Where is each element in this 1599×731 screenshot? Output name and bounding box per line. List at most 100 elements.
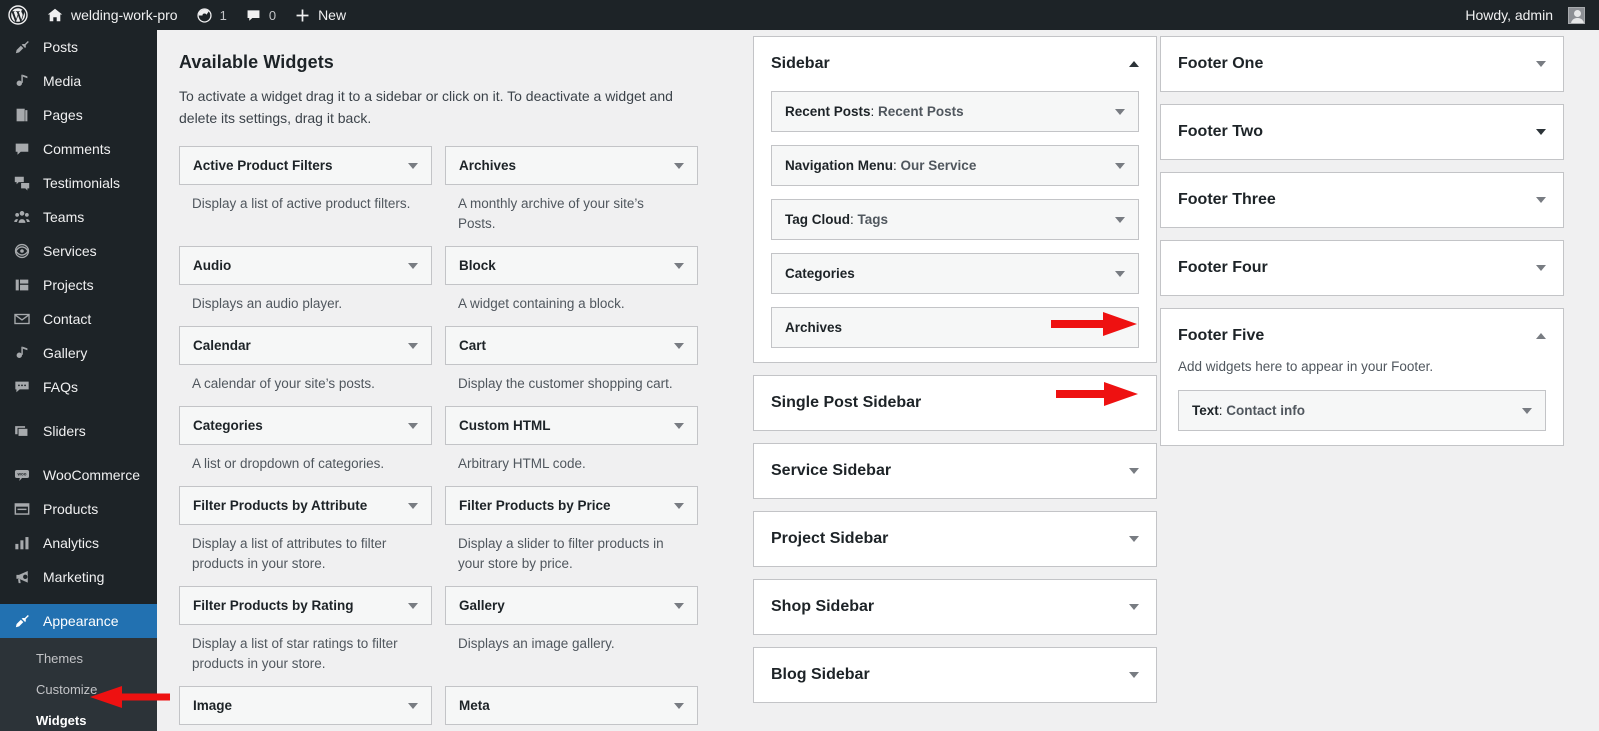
chevron-down-icon[interactable] xyxy=(1129,604,1139,610)
new-content-button[interactable]: New xyxy=(285,0,355,30)
assigned-widget-recent-posts[interactable]: Recent Posts: Recent Posts xyxy=(771,91,1139,132)
sidebar-panel-header[interactable]: Footer Three xyxy=(1178,173,1546,227)
widget-card-title: Filter Products by Attribute xyxy=(193,498,368,514)
sidebar-item-products[interactable]: Products xyxy=(0,492,157,526)
sidebar-panel-header[interactable]: Footer Five xyxy=(1178,309,1546,363)
sidebar-item-appearance[interactable]: Appearance xyxy=(0,604,165,638)
sidebar-item-label: Gallery xyxy=(43,345,88,361)
sidebars-column-primary: Sidebar Recent Posts: Recent Posts Navig… xyxy=(753,30,1157,715)
sidebar-item-pages[interactable]: Pages xyxy=(0,98,157,132)
sidebar-panel-header[interactable]: Blog Sidebar xyxy=(771,648,1139,702)
widget-card-desc: Arbitrary HTML code. xyxy=(458,456,586,472)
sidebar-panel-blog-sidebar: Blog Sidebar xyxy=(753,647,1157,703)
chevron-down-icon[interactable] xyxy=(674,702,684,709)
chevron-down-icon[interactable] xyxy=(1129,536,1139,542)
sidebar-item-posts[interactable]: Posts xyxy=(0,30,157,64)
sidebar-panel-header[interactable]: Project Sidebar xyxy=(771,512,1139,566)
sidebar-item-testimonials[interactable]: Testimonials xyxy=(0,166,157,200)
sidebar-item-faqs[interactable]: FAQs xyxy=(0,370,157,404)
sidebar-panel-header[interactable]: Footer Two xyxy=(1178,105,1546,159)
chevron-down-icon[interactable] xyxy=(1115,216,1125,223)
sidebar-panel-header[interactable]: Single Post Sidebar xyxy=(771,376,1139,430)
chevron-down-icon[interactable] xyxy=(674,422,684,429)
widget-card-header[interactable]: Meta xyxy=(445,686,698,726)
sidebar-item-woocommerce[interactable]: woo WooCommerce xyxy=(0,458,157,492)
services-icon xyxy=(12,241,32,261)
chevron-down-icon[interactable] xyxy=(408,342,418,349)
sidebar-item-services[interactable]: Services xyxy=(0,234,157,268)
chevron-down-icon[interactable] xyxy=(1115,270,1125,277)
available-widgets-grid: Active Product Filters Display a list of… xyxy=(179,146,698,731)
chevron-down-icon[interactable] xyxy=(408,162,418,169)
updates-button[interactable]: 1 xyxy=(187,0,236,30)
chevron-down-icon[interactable] xyxy=(674,262,684,269)
chevron-down-icon[interactable] xyxy=(674,502,684,509)
chevron-down-icon[interactable] xyxy=(674,342,684,349)
media-icon xyxy=(12,343,32,363)
widget-card-header[interactable]: Filter Products by Price xyxy=(445,486,698,526)
widget-card-header[interactable]: Categories xyxy=(179,406,432,446)
sidebar-item-teams[interactable]: Teams xyxy=(0,200,157,234)
widget-card-header[interactable]: Filter Products by Rating xyxy=(179,586,432,626)
sidebar-item-media[interactable]: Media xyxy=(0,64,157,98)
widget-card-header[interactable]: Filter Products by Attribute xyxy=(179,486,432,526)
chevron-down-icon[interactable] xyxy=(1536,197,1546,203)
sidebar-panel-header[interactable]: Shop Sidebar xyxy=(771,580,1139,634)
sidebar-item-sliders[interactable]: Sliders xyxy=(0,414,157,448)
widget-card-header[interactable]: Calendar xyxy=(179,326,432,366)
wp-body: Available Widgets To activate a widget d… xyxy=(157,30,1599,731)
widget-card-header[interactable]: Cart xyxy=(445,326,698,366)
sidebar-panel-header[interactable]: Sidebar xyxy=(771,37,1139,91)
sidebar-panel-header[interactable]: Footer One xyxy=(1178,37,1546,91)
comments-button[interactable]: 0 xyxy=(236,0,285,30)
chevron-down-icon[interactable] xyxy=(1115,108,1125,115)
widget-card-header[interactable]: Custom HTML xyxy=(445,406,698,446)
chevron-down-icon[interactable] xyxy=(408,262,418,269)
assigned-widget-categories[interactable]: Categories xyxy=(771,253,1139,294)
chevron-up-icon[interactable] xyxy=(1129,61,1139,67)
assigned-widget-tag-cloud[interactable]: Tag Cloud: Tags xyxy=(771,199,1139,240)
wordpress-logo-button[interactable] xyxy=(0,0,37,30)
assigned-widget-archives[interactable]: Archives xyxy=(771,307,1139,348)
widget-card-title: Filter Products by Rating xyxy=(193,598,354,614)
sidebar-item-label: Services xyxy=(43,243,97,259)
sidebar-panel-header[interactable]: Footer Four xyxy=(1178,241,1546,295)
sidebar-item-marketing[interactable]: Marketing xyxy=(0,560,157,594)
widget-card-header[interactable]: Image xyxy=(179,686,432,726)
submenu-item-customize[interactable]: Customize xyxy=(0,675,157,706)
chevron-down-icon[interactable] xyxy=(408,702,418,709)
chevron-down-icon[interactable] xyxy=(1536,129,1546,135)
sidebar-panel-title: Footer Four xyxy=(1178,259,1268,276)
submenu-item-widgets[interactable]: Widgets xyxy=(0,706,157,731)
chevron-down-icon[interactable] xyxy=(1522,407,1532,414)
widget-card-header[interactable]: Audio xyxy=(179,246,432,286)
sidebar-item-gallery[interactable]: Gallery xyxy=(0,336,157,370)
chevron-down-icon[interactable] xyxy=(674,162,684,169)
chevron-down-icon[interactable] xyxy=(408,422,418,429)
assigned-widget-text[interactable]: Text: Contact info xyxy=(1178,390,1546,432)
sidebar-panel-title: Service Sidebar xyxy=(771,462,892,479)
chevron-down-icon[interactable] xyxy=(1129,672,1139,678)
sidebar-item-contact[interactable]: Contact xyxy=(0,302,157,336)
chevron-down-icon[interactable] xyxy=(1536,265,1546,271)
widget-card-header[interactable]: Active Product Filters xyxy=(179,146,432,186)
sidebar-item-comments[interactable]: Comments xyxy=(0,132,157,166)
assigned-widget-navigation-menu[interactable]: Navigation Menu: Our Service xyxy=(771,145,1139,186)
howdy-label: Howdy, admin xyxy=(1465,7,1553,23)
site-name-button[interactable]: welding-work-pro xyxy=(37,0,187,30)
chevron-down-icon[interactable] xyxy=(1536,61,1546,67)
account-menu[interactable]: Howdy, admin xyxy=(1456,0,1599,30)
chevron-down-icon[interactable] xyxy=(408,602,418,609)
sidebar-item-projects[interactable]: Projects xyxy=(0,268,157,302)
widget-card-header[interactable]: Archives xyxy=(445,146,698,186)
chevron-down-icon[interactable] xyxy=(408,502,418,509)
chevron-down-icon[interactable] xyxy=(674,602,684,609)
chevron-down-icon[interactable] xyxy=(1115,162,1125,169)
submenu-item-themes[interactable]: Themes xyxy=(0,644,157,675)
widget-card-header[interactable]: Block xyxy=(445,246,698,286)
widget-card-header[interactable]: Gallery xyxy=(445,586,698,626)
chevron-up-icon[interactable] xyxy=(1536,333,1546,339)
chevron-down-icon[interactable] xyxy=(1129,468,1139,474)
sidebar-item-analytics[interactable]: Analytics xyxy=(0,526,157,560)
sidebar-panel-header[interactable]: Service Sidebar xyxy=(771,444,1139,498)
